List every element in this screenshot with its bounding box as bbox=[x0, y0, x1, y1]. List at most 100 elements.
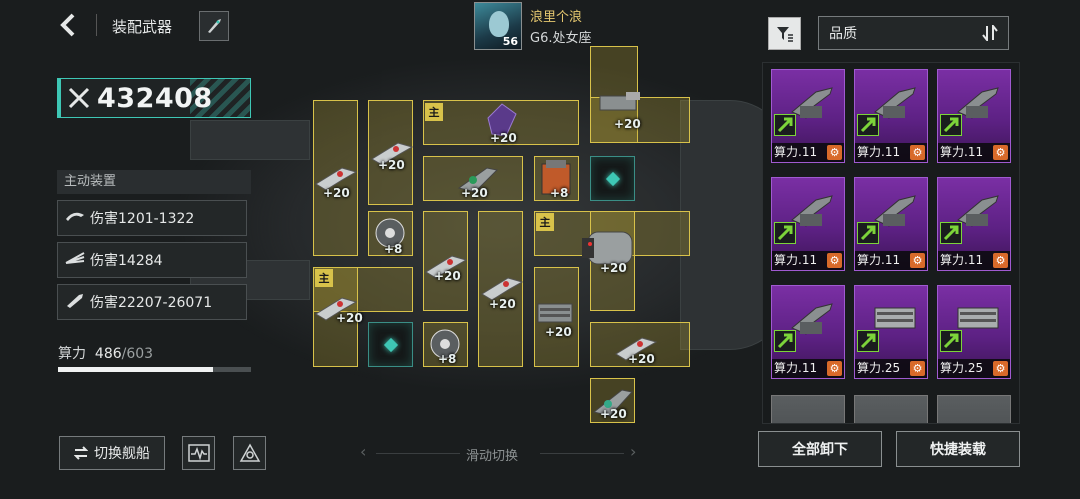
swipe-line bbox=[540, 453, 624, 454]
unload-all-label: 全部卸下 bbox=[792, 442, 848, 458]
upgrade-arrow-icon bbox=[774, 114, 796, 136]
stat-text: 伤害1201-1322 bbox=[90, 211, 195, 227]
capacity-used: 486 bbox=[94, 346, 122, 362]
upgrade-arrow-icon bbox=[774, 330, 796, 352]
crossed-swords-icon bbox=[68, 87, 90, 109]
inventory-card[interactable]: 算力.11 ⚙ bbox=[937, 69, 1011, 163]
swipe-right-icon[interactable]: › bbox=[630, 442, 636, 461]
player-server: G6.处女座 bbox=[530, 31, 592, 46]
bonus-label: +8 bbox=[384, 242, 403, 256]
upgrade-arrow-icon bbox=[940, 330, 962, 352]
main-tag: 主 bbox=[315, 269, 333, 287]
page-title: 装配武器 bbox=[112, 18, 173, 36]
inventory-card[interactable]: 算力.25 ⚙ bbox=[854, 285, 928, 379]
wave-icon bbox=[187, 444, 210, 462]
bonus-label: +20 bbox=[614, 117, 641, 131]
bonus-label: +20 bbox=[545, 325, 572, 339]
active-section-label: 主动装置 bbox=[57, 170, 251, 194]
combat-power-value: 432408 bbox=[97, 82, 213, 114]
inventory-card[interactable]: 算力.11 ⚙ bbox=[854, 69, 928, 163]
turret-weapon-icon bbox=[599, 92, 640, 111]
gear-badge-icon: ⚙ bbox=[993, 145, 1008, 160]
upgrade-arrow-icon bbox=[940, 222, 962, 244]
rocket-icon bbox=[60, 292, 90, 312]
bonus-label: +20 bbox=[323, 186, 350, 200]
stat-text: 伤害14284 bbox=[90, 253, 163, 269]
upgrade-arrow-icon bbox=[940, 114, 962, 136]
gear-badge-icon: ⚙ bbox=[993, 361, 1008, 376]
gear-badge-icon: ⚙ bbox=[827, 361, 842, 376]
bonus-label: +20 bbox=[378, 158, 405, 172]
capacity-title: 算力 bbox=[58, 346, 86, 362]
inventory-card[interactable]: 算力.11 ⚙ bbox=[771, 69, 845, 163]
title-divider bbox=[96, 14, 97, 36]
switch-ship-button[interactable]: 切换舰船 bbox=[59, 436, 165, 470]
inventory-card[interactable]: 算力.11 ⚙ bbox=[854, 177, 928, 271]
player-avatar[interactable]: 56 bbox=[474, 2, 522, 50]
capacity-fill bbox=[58, 367, 214, 372]
bonus-label: +8 bbox=[438, 352, 457, 366]
stat-text: 伤害22207-26071 bbox=[90, 295, 213, 311]
sort-dropdown[interactable]: 品质 bbox=[818, 16, 1009, 50]
filter-icon bbox=[776, 26, 793, 42]
inventory-card[interactable] bbox=[771, 395, 845, 423]
inventory-card[interactable] bbox=[854, 395, 928, 423]
quick-load-label: 快捷装载 bbox=[930, 442, 986, 458]
quick-load-button[interactable]: 快捷装载 bbox=[896, 431, 1020, 467]
rocket-icon bbox=[208, 19, 221, 33]
inventory-card[interactable]: 算力.11 ⚙ bbox=[937, 177, 1011, 271]
swipe-line bbox=[376, 453, 460, 454]
swipe-hint: 滑动切换 bbox=[466, 449, 519, 464]
back-button[interactable] bbox=[58, 12, 84, 38]
upgrade-arrow-icon bbox=[857, 114, 879, 136]
avatar-face bbox=[489, 11, 509, 37]
swap-icon bbox=[74, 446, 88, 460]
emblem-button[interactable] bbox=[233, 436, 266, 470]
stat-row: 伤害14284 bbox=[57, 242, 247, 278]
inventory-card[interactable]: 算力.11 ⚙ bbox=[771, 177, 845, 271]
filter-button[interactable] bbox=[768, 17, 801, 50]
bonus-label: +20 bbox=[628, 352, 655, 366]
capacity-bar bbox=[58, 367, 251, 372]
emblem-icon bbox=[239, 443, 260, 462]
bonus-label: +20 bbox=[434, 269, 461, 283]
inventory-card[interactable]: 算力.11 ⚙ bbox=[771, 285, 845, 379]
player-level: 56 bbox=[502, 35, 518, 48]
main-tag: 主 bbox=[536, 213, 554, 231]
inventory-card[interactable] bbox=[937, 395, 1011, 423]
sort-label: 品质 bbox=[829, 26, 857, 42]
upgrade-arrow-icon bbox=[774, 222, 796, 244]
bonus-label: +20 bbox=[336, 311, 363, 325]
bonus-label: +20 bbox=[600, 261, 627, 275]
gear-badge-icon: ⚙ bbox=[827, 253, 842, 268]
rocket-button[interactable] bbox=[199, 11, 229, 41]
bonus-label: +8 bbox=[550, 186, 569, 200]
stat-row: 伤害22207-26071 bbox=[57, 284, 247, 320]
inventory-panel[interactable]: 算力.11 ⚙ 算力.11 ⚙ 算力.11 ⚙ 算力.11 ⚙ 算力.11 ⚙ 算力.11 ⚙ 算力.1… bbox=[762, 62, 1020, 424]
stat-row: 伤害1201-1322 bbox=[57, 200, 247, 236]
gatling-weapon-icon bbox=[537, 303, 573, 323]
upgrade-arrow-icon bbox=[857, 222, 879, 244]
gear-badge-icon: ⚙ bbox=[910, 253, 925, 268]
gear-badge-icon: ⚙ bbox=[910, 145, 925, 160]
empty-core-slot[interactable] bbox=[368, 322, 413, 367]
chevron-left-icon bbox=[60, 13, 75, 37]
empty-core-slot[interactable] bbox=[590, 156, 635, 201]
gear-badge-icon: ⚙ bbox=[910, 361, 925, 376]
wave-button[interactable] bbox=[182, 436, 215, 470]
gear-badge-icon: ⚙ bbox=[993, 253, 1008, 268]
inventory-card[interactable]: 算力.25 ⚙ bbox=[937, 285, 1011, 379]
sort-toggle-icon bbox=[982, 25, 998, 41]
swipe-left-icon[interactable]: ‹ bbox=[360, 442, 366, 461]
capacity-max: 603 bbox=[126, 346, 154, 362]
claw-icon bbox=[60, 251, 90, 269]
bonus-label: +20 bbox=[461, 186, 488, 200]
missile-icon bbox=[60, 209, 90, 227]
unload-all-button[interactable]: 全部卸下 bbox=[758, 431, 882, 467]
capacity-label: 算力 486/603 bbox=[58, 343, 153, 363]
main-tag: 主 bbox=[425, 103, 443, 121]
switch-ship-label: 切换舰船 bbox=[94, 446, 150, 462]
upgrade-arrow-icon bbox=[857, 330, 879, 352]
gear-badge-icon: ⚙ bbox=[827, 145, 842, 160]
bonus-label: +20 bbox=[490, 131, 517, 145]
